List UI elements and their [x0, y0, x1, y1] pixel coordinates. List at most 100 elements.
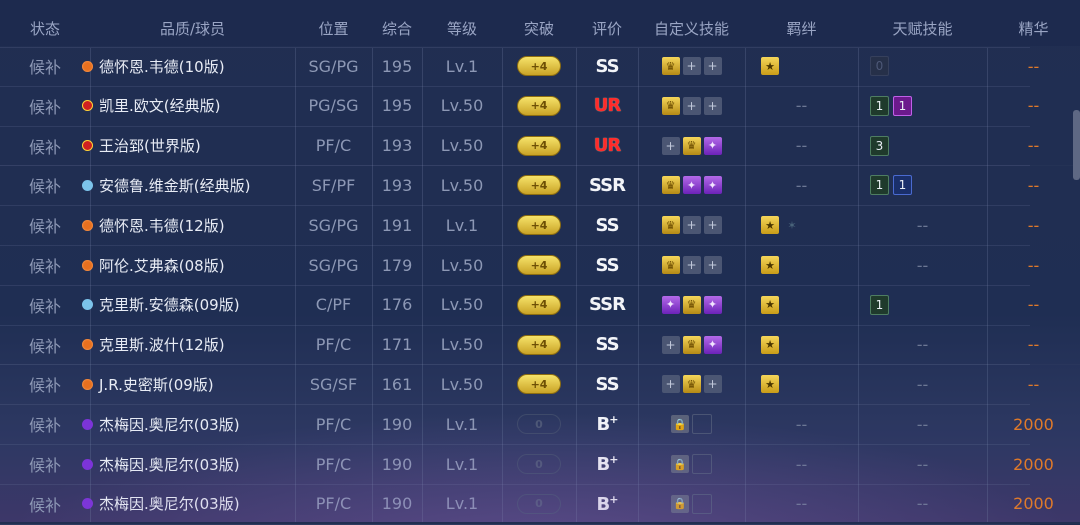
bond-icon[interactable]: ★ — [761, 57, 779, 75]
skill-icon[interactable]: ✦ — [703, 295, 722, 314]
header-talent[interactable]: 天赋技能 — [858, 8, 987, 48]
rating-cell: B+ — [576, 444, 638, 484]
header-essence[interactable]: 精华 — [987, 8, 1080, 48]
table-row[interactable]: 候补 杰梅因.奥尼尔(03版) PF/C 190 Lv.1 0 B+ 🔒 -- -- 2000 — [0, 404, 1080, 444]
talent-cell: -- — [916, 414, 929, 434]
player-name-cell[interactable]: 安德鲁.维金斯(经典版) — [82, 165, 295, 205]
header-overall[interactable]: 综合 — [372, 8, 422, 48]
empty-slot[interactable] — [692, 414, 712, 435]
breakthrough-badge[interactable]: +4 — [517, 56, 561, 76]
table-row[interactable]: 候补 杰梅因.奥尼尔(03版) PF/C 190 Lv.1 0 B+ 🔒 -- -- 2000 — [0, 444, 1080, 484]
talent-badge[interactable]: 1 — [893, 95, 912, 116]
skill-icon[interactable]: ♛ — [682, 335, 701, 354]
table-row[interactable]: 候补 安德鲁.维金斯(经典版) SF/PF 193 Lv.50 +4 SSR ♛ ✦ ✦ -- 1 1-… — [0, 165, 1080, 205]
player-name-cell[interactable]: 杰梅因.奥尼尔(03版) — [82, 444, 295, 484]
table-row[interactable]: 候补 杰梅因.奥尼尔(03版) PF/C 190 Lv.1 0 B+ 🔒 -- -- 2000 — [0, 484, 1080, 524]
player-name-cell[interactable]: 克里斯.波什(12版) — [82, 325, 295, 365]
talent-badge[interactable]: 1 — [893, 175, 912, 196]
skill-icon[interactable]: ♛ — [682, 375, 701, 394]
table-row[interactable]: 候补 王治郅(世界版) PF/C 193 Lv.50 +4 UR + ♛ ✦ -- 3 -- — [0, 126, 1080, 166]
table-row[interactable]: 候补 J.R.史密斯(09版) SG/SF 161 Lv.50 +4 SS + ♛ + ★ -- -- — [0, 364, 1080, 404]
empty-slot[interactable] — [692, 454, 712, 474]
breakthrough-badge[interactable]: +4 — [517, 294, 561, 315]
lock-icon[interactable]: 🔒 — [671, 494, 689, 513]
header-status[interactable]: 状态 — [0, 8, 90, 48]
breakthrough-badge[interactable]: +4 — [517, 95, 561, 116]
header-bond[interactable]: 羁绊 — [745, 8, 858, 48]
breakthrough-badge[interactable]: +4 — [517, 374, 561, 395]
player-name-cell[interactable]: 杰梅因.奥尼尔(03版) — [82, 484, 295, 524]
skill-icon[interactable]: ♛ — [661, 176, 680, 195]
breakthrough-badge[interactable]: +4 — [517, 334, 561, 355]
player-name-cell[interactable]: 凯里.欧文(经典版) — [82, 86, 295, 126]
add-skill-icon[interactable]: + — [682, 57, 701, 75]
skill-icon[interactable]: ✦ — [703, 176, 722, 195]
table-row[interactable]: 候补 克里斯.波什(12版) PF/C 171 Lv.50 +4 SS + ♛ ✦ ★ -- -- — [0, 325, 1080, 365]
breakthrough-badge[interactable]: +4 — [517, 175, 561, 196]
talent-badge[interactable]: 1 — [870, 175, 889, 196]
quality-dot-icon — [82, 60, 93, 72]
breakthrough-badge[interactable]: 0 — [517, 454, 561, 474]
add-skill-icon[interactable]: + — [703, 216, 722, 235]
breakthrough-badge[interactable]: +4 — [517, 255, 561, 275]
skill-icon[interactable]: ✦ — [661, 295, 680, 314]
skill-icon[interactable]: ♛ — [661, 216, 680, 235]
rating-value: SS — [595, 373, 619, 395]
header-breakthrough[interactable]: 突破 — [502, 8, 576, 48]
bond-icon[interactable]: ★ — [761, 216, 779, 235]
table-row[interactable]: 候补 凯里.欧文(经典版) PG/SG 195 Lv.50 +4 UR ♛ + + -- 1 1 -- — [0, 86, 1080, 126]
skill-icon[interactable]: ♛ — [661, 57, 680, 75]
add-skill-icon[interactable]: + — [661, 136, 680, 155]
talent-badge[interactable]: 3 — [870, 135, 889, 156]
breakthrough-badge[interactable]: 0 — [517, 493, 561, 514]
breakthrough-badge[interactable]: +4 — [517, 135, 561, 156]
add-skill-icon[interactable]: + — [703, 256, 722, 274]
skill-icon[interactable]: ✦ — [682, 176, 701, 195]
bond-icon[interactable]: ★ — [761, 375, 779, 394]
add-skill-icon[interactable]: + — [661, 335, 680, 354]
header-custom-skills[interactable]: 自定义技能 — [638, 8, 745, 48]
breakthrough-badge[interactable]: +4 — [517, 215, 561, 236]
bond-icon[interactable]: ★ — [761, 295, 779, 314]
header-rating[interactable]: 评价 — [576, 8, 638, 48]
add-skill-icon[interactable]: + — [682, 256, 701, 274]
player-name-cell[interactable]: 克里斯.安德森(09版) — [82, 285, 295, 325]
add-skill-icon[interactable]: + — [682, 216, 701, 235]
add-skill-icon[interactable]: + — [703, 96, 722, 115]
player-name-cell[interactable]: 杰梅因.奥尼尔(03版) — [82, 404, 295, 444]
bond-icon[interactable]: ★ — [761, 256, 779, 274]
table-row[interactable]: 候补 克里斯.安德森(09版) C/PF 176 Lv.50 +4 SSR ✦ ♛ ✦ ★ 1 -- — [0, 285, 1080, 325]
add-skill-icon[interactable]: + — [703, 57, 722, 75]
essence-cell: 2000 — [1013, 414, 1054, 434]
header-position[interactable]: 位置 — [295, 8, 372, 48]
player-name-cell[interactable]: 德怀恩.韦德(12版) — [82, 205, 295, 245]
add-skill-icon[interactable]: + — [703, 375, 722, 394]
breakthrough-badge[interactable]: 0 — [517, 414, 561, 435]
table-row[interactable]: 候补 阿伦.艾弗森(08版) SG/PG 179 Lv.50 +4 SS ♛ + + ★ -- -- — [0, 245, 1080, 285]
add-skill-icon[interactable]: + — [661, 375, 680, 394]
bond-icon[interactable]: ✶ — [783, 216, 801, 234]
bond-icon[interactable]: ★ — [761, 335, 779, 354]
lock-icon[interactable]: 🔒 — [671, 415, 689, 434]
table-row[interactable]: 候补 德怀恩.韦德(12版) SG/PG 191 Lv.1 +4 SS ♛ + + ★ ✶ -- -- — [0, 205, 1080, 245]
skill-icon[interactable]: ♛ — [682, 136, 701, 155]
skill-icon[interactable]: ♛ — [661, 256, 680, 274]
header-level[interactable]: 等级 — [422, 8, 502, 48]
player-name-cell[interactable]: 王治郅(世界版) — [82, 126, 295, 166]
player-name-cell[interactable]: 阿伦.艾弗森(08版) — [82, 245, 295, 285]
player-name-cell[interactable]: J.R.史密斯(09版) — [82, 364, 295, 404]
empty-slot[interactable] — [692, 493, 712, 514]
skill-icon[interactable]: ✦ — [703, 335, 722, 354]
table-row[interactable]: 候补 德怀恩.韦德(10版) SG/PG 195 Lv.1 +4 SS ♛ + + ★ 0 -- — [0, 46, 1080, 86]
scrollbar[interactable] — [1073, 110, 1080, 180]
lock-icon[interactable]: 🔒 — [671, 455, 689, 473]
skill-icon[interactable]: ♛ — [661, 96, 680, 115]
talent-badge[interactable]: 1 — [870, 95, 889, 116]
skill-icon[interactable]: ♛ — [682, 295, 701, 314]
talent-badge[interactable]: 1 — [870, 294, 889, 315]
add-skill-icon[interactable]: + — [682, 96, 701, 115]
skill-icon[interactable]: ✦ — [703, 136, 722, 155]
talent-badge[interactable]: 0 — [870, 56, 889, 76]
player-name-cell[interactable]: 德怀恩.韦德(10版) — [82, 46, 295, 86]
header-name[interactable]: 品质/球员 — [90, 8, 295, 48]
